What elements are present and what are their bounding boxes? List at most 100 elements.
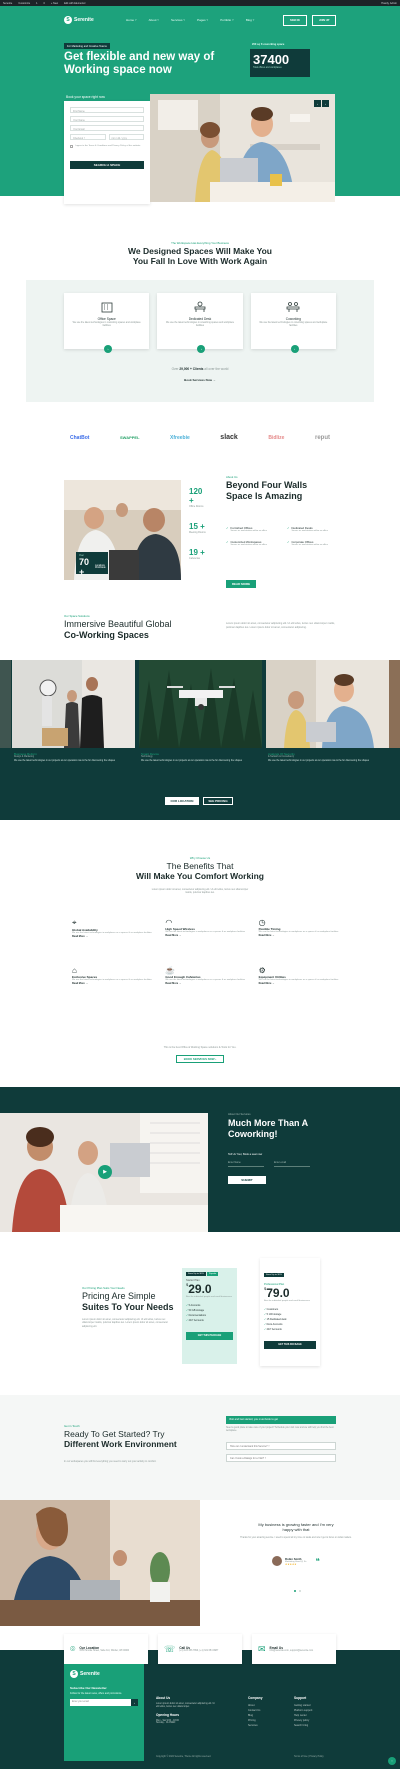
feature-item: ✓ Customized Workspaces Serves as workstat…: [226, 540, 267, 546]
policy-links[interactable]: Terms of Use | Privacy Policy: [294, 1756, 324, 1758]
nav-item-home[interactable]: Home ˅: [126, 18, 137, 22]
admin-user[interactable]: Howdy, Admin: [381, 2, 397, 5]
agree-checkbox[interactable]: [70, 145, 73, 148]
name-input[interactable]: Enter Name: [228, 1161, 264, 1167]
plan-price: $29.0: [186, 1282, 212, 1296]
testimonial-photo: [0, 1500, 200, 1626]
beyond-features: ✓ Furnished Offices Serves as workstation …: [226, 526, 342, 546]
read-more-link[interactable]: Read More →: [72, 935, 155, 938]
ready-form-text: Need a good place to take care of your p…: [226, 1427, 334, 1432]
spaces-cards: Office Space We use the latest technolog…: [64, 293, 336, 353]
building-icon: [101, 302, 113, 313]
carousel-dot[interactable]: [294, 1590, 296, 1592]
nav-item-blog[interactable]: Blog ˅: [246, 18, 255, 22]
space-card[interactable]: Office Space We use the latest technolog…: [64, 293, 150, 353]
date-field[interactable]: mm / dd / yyyy: [108, 134, 144, 140]
service-select[interactable]: How can I understand this Service? ˅: [226, 1442, 336, 1450]
footer-company: Company About Contact Us Blog Pricing Se…: [248, 1696, 263, 1728]
plan-price: $79.0: [264, 1286, 290, 1300]
benefit-item: ⚙ Equipment Utilities We use the latest te…: [259, 966, 342, 985]
book-services-link[interactable]: Book Services Now →: [0, 378, 400, 382]
plan-tab[interactable]: Popular: [206, 1272, 219, 1276]
read-more-link[interactable]: Read More →: [259, 982, 342, 985]
benefit-item: ⌂ Exclusive Spaces We use the latest techn…: [72, 966, 155, 985]
checkout-select[interactable]: Checkout ˅: [70, 134, 106, 140]
coworking-icon: [286, 302, 300, 312]
ready-form-head: Visit and Get started, you must book to …: [226, 1416, 336, 1424]
search-space-button[interactable]: SEARCH A SPACE: [70, 161, 144, 169]
stats-column: 120 + Office Rooms 15 + Meeting Rooms 19…: [181, 480, 217, 580]
email-field[interactable]: Your Email: [70, 125, 144, 131]
get-package-button[interactable]: GET THIS PACKAGE: [264, 1340, 316, 1349]
space-card[interactable]: Dedicated Desk We use the latest technol…: [157, 293, 243, 353]
benefits-desc: Lorem ipsum dolor sit amet, consectetur …: [151, 888, 249, 894]
testimonial-author: Robin Smith Marketing Head @ Fir ★★★★★ ❝: [272, 1556, 320, 1566]
feature-item: ✓ Corporate Offices Serves as workstation …: [287, 540, 328, 546]
stat-label: 200 sq ft coworking space: [252, 43, 285, 46]
send-icon[interactable]: ›: [131, 1699, 138, 1706]
read-more-link[interactable]: Read More →: [165, 982, 248, 985]
slide-photo: [12, 660, 135, 748]
space-card[interactable]: Coworking We use the latest technologies…: [250, 293, 336, 353]
beyond-eyebrow: About Us: [226, 475, 238, 479]
contact-card: ⌾ Our Location 1550 Smoke Street, Suite F…: [64, 1634, 148, 1664]
newsletter-email-input[interactable]: Enter your email: [70, 1699, 131, 1706]
slider-edge-left: [0, 660, 11, 748]
arrow-right-icon[interactable]: ›: [290, 345, 299, 353]
play-icon[interactable]: ▶: [98, 1165, 112, 1179]
benefit-item: ⌖ Global Availability We use the latest te…: [72, 918, 155, 938]
plan-feature: ✓ 24/7 Accounts: [264, 1328, 282, 1332]
read-more-link[interactable]: Read More →: [165, 934, 248, 937]
footer-link[interactable]: Search bring: [294, 1723, 312, 1728]
nav-item-about[interactable]: About ˅: [149, 18, 159, 22]
book-services-button[interactable]: BOOK SERVICES NOW ›: [176, 1055, 224, 1063]
slide-photo: [266, 660, 389, 748]
next-arrow-icon[interactable]: ›: [322, 100, 329, 107]
footer-link[interactable]: Services: [248, 1723, 263, 1728]
hero-tag: For Marketing and Creative Teams: [64, 43, 110, 49]
check-icon: ✓: [226, 526, 229, 530]
prev-arrow-icon[interactable]: ‹: [314, 100, 321, 107]
admin-item[interactable]: Edit with Elementor: [64, 2, 86, 5]
see-pricing-button[interactable]: SEE PRICING: [203, 797, 233, 805]
brand-logo: slack: [220, 434, 238, 441]
site-header: S Serenite Home ˅ About ˅ Services ˅ Pag…: [0, 12, 400, 28]
email-input[interactable]: Enter email: [274, 1161, 310, 1167]
location-pin-icon: ⌾: [70, 1643, 76, 1654]
submit-button[interactable]: SUBMIT: [228, 1176, 266, 1184]
read-more-link[interactable]: Read More →: [72, 982, 155, 985]
footer-logo[interactable]: S Serenite: [70, 1670, 138, 1678]
nav-item-portfolio[interactable]: Portfolio ˅: [220, 18, 234, 22]
our-location-button[interactable]: OUR LOCATION: [165, 797, 199, 805]
site-logo[interactable]: S Serenite: [64, 16, 94, 24]
nav-item-services[interactable]: Services ˅: [171, 18, 185, 22]
read-more-link[interactable]: Read More →: [259, 934, 342, 937]
clock-icon: ◷: [258, 918, 266, 927]
nav-item-pages[interactable]: Pages ˅: [197, 18, 208, 22]
admin-item[interactable]: Serenite: [3, 2, 12, 5]
scroll-top-icon[interactable]: ↑: [388, 1757, 396, 1765]
admin-item[interactable]: + New: [51, 2, 58, 5]
plan-tab[interactable]: Save Up to 30%: [186, 1272, 206, 1276]
read-more-button[interactable]: READ MORE: [226, 580, 256, 588]
pricing-eyebrow: Our Pricing Plan Suits Your Needs: [82, 1286, 125, 1290]
brand-logo: reput: [314, 434, 330, 441]
admin-item[interactable]: Customize: [18, 2, 30, 5]
immersive-eyebrow: Our Space Solutions: [64, 614, 90, 618]
first-name-field[interactable]: First Name: [70, 107, 144, 113]
visit-select[interactable]: Can I book a Dialogs for a Visit? ˅: [226, 1454, 336, 1462]
join-up-button[interactable]: JOIN UP: [312, 15, 337, 26]
slide-caption: Analysis Of Security & Network & Consult…: [268, 752, 370, 762]
plan-tab[interactable]: Save Up to 30%: [264, 1273, 284, 1277]
carousel-dot[interactable]: [299, 1590, 301, 1592]
get-package-button[interactable]: GET THIS PACKAGE: [186, 1331, 233, 1340]
arrow-right-icon[interactable]: ›: [104, 345, 112, 353]
admin-item[interactable]: 0: [44, 2, 45, 5]
avatar: [272, 1556, 282, 1566]
pricing-desc: Lorem ipsum dolor sit amet, consectetur …: [82, 1318, 168, 1328]
ready-desc: In our workspaces you will find everythi…: [64, 1460, 157, 1463]
sign-in-button[interactable]: SIGN IN: [283, 15, 307, 26]
name-field[interactable]: Your Name: [70, 116, 144, 122]
benefit-item: ☕ Good Enough Cafeterias We use the latest…: [165, 966, 248, 985]
admin-item[interactable]: 1: [36, 2, 37, 5]
